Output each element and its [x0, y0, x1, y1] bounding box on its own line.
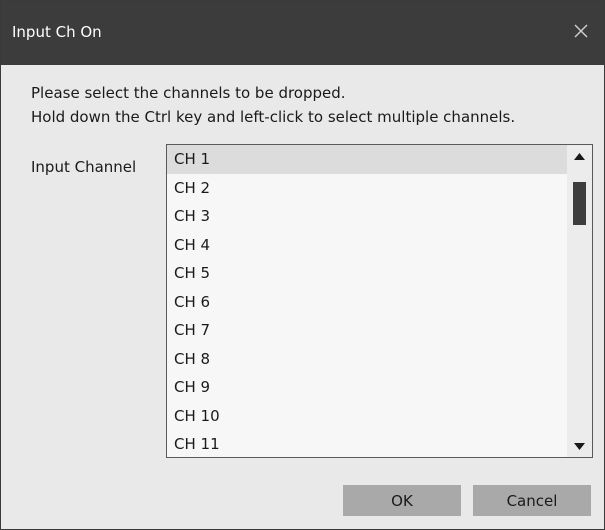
- scroll-down-arrow-icon: [574, 442, 585, 450]
- channel-list-item[interactable]: CH 2: [167, 174, 567, 203]
- ok-button[interactable]: OK: [343, 485, 461, 516]
- channel-list-item[interactable]: CH 9: [167, 373, 567, 402]
- instructions: Please select the channels to be dropped…: [31, 81, 515, 129]
- close-icon: [574, 24, 588, 38]
- channel-list-item[interactable]: CH 10: [167, 402, 567, 431]
- channel-list-item[interactable]: CH 8: [167, 345, 567, 374]
- channel-list-item[interactable]: CH 7: [167, 316, 567, 345]
- channel-list-item[interactable]: CH 5: [167, 259, 567, 288]
- scroll-up-button[interactable]: [567, 145, 592, 167]
- input-channel-listbox[interactable]: CH 1 CH 2 CH 3 CH 4 CH 5 CH 6 CH 7 CH 8 CH 9 CH 1…: [166, 144, 593, 458]
- close-button[interactable]: [568, 18, 594, 44]
- instruction-line-1: Please select the channels to be dropped…: [31, 84, 346, 102]
- scroll-down-button[interactable]: [567, 435, 592, 457]
- input-channel-label: Input Channel: [31, 158, 137, 176]
- channel-list-item[interactable]: CH 1: [167, 145, 567, 174]
- instruction-line-2: Hold down the Ctrl key and left-click to…: [31, 108, 516, 126]
- input-ch-on-dialog: Input Ch On Please select the channels t…: [0, 0, 605, 530]
- channel-list-items: CH 1 CH 2 CH 3 CH 4 CH 5 CH 6 CH 7 CH 8 CH 9 CH 1…: [167, 145, 567, 457]
- channel-list-item[interactable]: CH 11: [167, 430, 567, 457]
- dialog-title: Input Ch On: [12, 23, 102, 41]
- channel-list-item[interactable]: CH 4: [167, 231, 567, 260]
- scroll-up-arrow-icon: [574, 152, 585, 160]
- list-scrollbar[interactable]: [567, 145, 592, 457]
- channel-list-item[interactable]: CH 3: [167, 202, 567, 231]
- dialog-titlebar: Input Ch On: [1, 1, 604, 65]
- cancel-button[interactable]: Cancel: [473, 485, 591, 516]
- channel-list-item[interactable]: CH 6: [167, 288, 567, 317]
- scroll-thumb[interactable]: [573, 182, 586, 225]
